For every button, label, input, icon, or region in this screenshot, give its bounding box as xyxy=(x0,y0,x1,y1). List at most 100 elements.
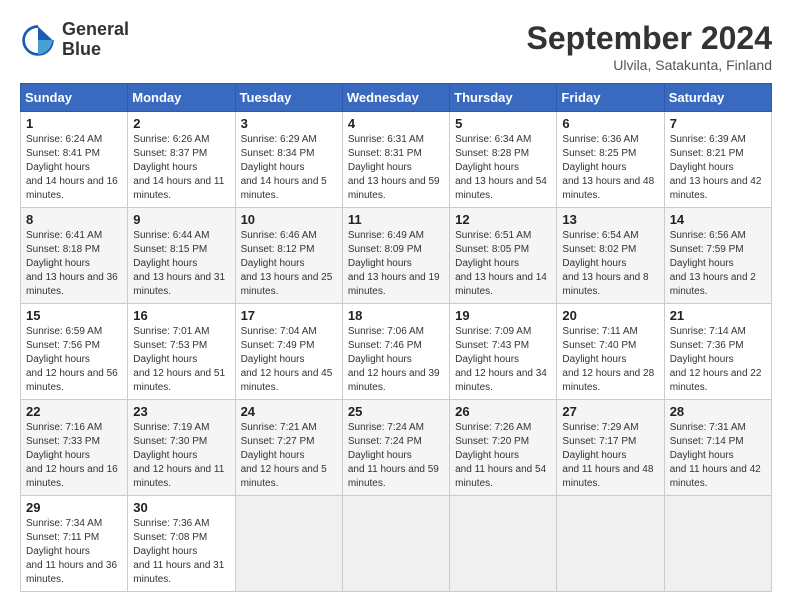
calendar-cell xyxy=(664,496,771,592)
day-info: Sunrise: 6:46 AM Sunset: 8:12 PM Dayligh… xyxy=(241,229,337,299)
calendar-cell: 7 Sunrise: 6:39 AM Sunset: 8:21 PM Dayli… xyxy=(664,112,771,208)
calendar-week-3: 22 Sunrise: 7:16 AM Sunset: 7:33 PM Dayl… xyxy=(21,400,772,496)
calendar-cell: 9 Sunrise: 6:44 AM Sunset: 8:15 PM Dayli… xyxy=(128,208,235,304)
day-info: Sunrise: 7:01 AM Sunset: 7:53 PM Dayligh… xyxy=(133,325,229,395)
day-number: 1 xyxy=(26,116,122,131)
day-number: 19 xyxy=(455,308,551,323)
day-info: Sunrise: 7:14 AM Sunset: 7:36 PM Dayligh… xyxy=(670,325,766,395)
day-number: 30 xyxy=(133,500,229,515)
calendar-cell: 15 Sunrise: 6:59 AM Sunset: 7:56 PM Dayl… xyxy=(21,304,128,400)
day-info: Sunrise: 7:26 AM Sunset: 7:20 PM Dayligh… xyxy=(455,421,551,491)
day-info: Sunrise: 6:31 AM Sunset: 8:31 PM Dayligh… xyxy=(348,133,444,203)
day-number: 8 xyxy=(26,212,122,227)
day-info: Sunrise: 7:31 AM Sunset: 7:14 PM Dayligh… xyxy=(670,421,766,491)
calendar-cell: 18 Sunrise: 7:06 AM Sunset: 7:46 PM Dayl… xyxy=(342,304,449,400)
day-number: 27 xyxy=(562,404,658,419)
calendar-cell: 26 Sunrise: 7:26 AM Sunset: 7:20 PM Dayl… xyxy=(450,400,557,496)
day-info: Sunrise: 7:11 AM Sunset: 7:40 PM Dayligh… xyxy=(562,325,658,395)
title-section: September 2024 Ulvila, Satakunta, Finlan… xyxy=(527,20,772,73)
day-info: Sunrise: 6:49 AM Sunset: 8:09 PM Dayligh… xyxy=(348,229,444,299)
calendar-cell: 19 Sunrise: 7:09 AM Sunset: 7:43 PM Dayl… xyxy=(450,304,557,400)
calendar-cell: 20 Sunrise: 7:11 AM Sunset: 7:40 PM Dayl… xyxy=(557,304,664,400)
calendar-week-1: 8 Sunrise: 6:41 AM Sunset: 8:18 PM Dayli… xyxy=(21,208,772,304)
day-number: 10 xyxy=(241,212,337,227)
calendar-cell: 8 Sunrise: 6:41 AM Sunset: 8:18 PM Dayli… xyxy=(21,208,128,304)
calendar-cell xyxy=(235,496,342,592)
calendar-cell: 10 Sunrise: 6:46 AM Sunset: 8:12 PM Dayl… xyxy=(235,208,342,304)
col-tuesday: Tuesday xyxy=(235,84,342,112)
day-number: 20 xyxy=(562,308,658,323)
day-number: 24 xyxy=(241,404,337,419)
calendar-cell: 4 Sunrise: 6:31 AM Sunset: 8:31 PM Dayli… xyxy=(342,112,449,208)
calendar-body: 1 Sunrise: 6:24 AM Sunset: 8:41 PM Dayli… xyxy=(21,112,772,592)
calendar-cell: 12 Sunrise: 6:51 AM Sunset: 8:05 PM Dayl… xyxy=(450,208,557,304)
calendar-cell xyxy=(557,496,664,592)
day-info: Sunrise: 6:24 AM Sunset: 8:41 PM Dayligh… xyxy=(26,133,122,203)
calendar-cell: 27 Sunrise: 7:29 AM Sunset: 7:17 PM Dayl… xyxy=(557,400,664,496)
day-number: 21 xyxy=(670,308,766,323)
day-number: 9 xyxy=(133,212,229,227)
calendar-cell: 6 Sunrise: 6:36 AM Sunset: 8:25 PM Dayli… xyxy=(557,112,664,208)
calendar-cell: 11 Sunrise: 6:49 AM Sunset: 8:09 PM Dayl… xyxy=(342,208,449,304)
calendar-cell: 23 Sunrise: 7:19 AM Sunset: 7:30 PM Dayl… xyxy=(128,400,235,496)
day-number: 11 xyxy=(348,212,444,227)
calendar-cell: 14 Sunrise: 6:56 AM Sunset: 7:59 PM Dayl… xyxy=(664,208,771,304)
calendar-table: Sunday Monday Tuesday Wednesday Thursday… xyxy=(20,83,772,592)
day-info: Sunrise: 7:24 AM Sunset: 7:24 PM Dayligh… xyxy=(348,421,444,491)
col-sunday: Sunday xyxy=(21,84,128,112)
calendar-cell: 17 Sunrise: 7:04 AM Sunset: 7:49 PM Dayl… xyxy=(235,304,342,400)
day-info: Sunrise: 7:09 AM Sunset: 7:43 PM Dayligh… xyxy=(455,325,551,395)
header-row: Sunday Monday Tuesday Wednesday Thursday… xyxy=(21,84,772,112)
col-friday: Friday xyxy=(557,84,664,112)
day-info: Sunrise: 7:16 AM Sunset: 7:33 PM Dayligh… xyxy=(26,421,122,491)
logo: GeneralBlue xyxy=(20,20,129,60)
day-info: Sunrise: 6:44 AM Sunset: 8:15 PM Dayligh… xyxy=(133,229,229,299)
logo-line1: General xyxy=(62,19,129,39)
calendar-cell: 1 Sunrise: 6:24 AM Sunset: 8:41 PM Dayli… xyxy=(21,112,128,208)
day-info: Sunrise: 6:26 AM Sunset: 8:37 PM Dayligh… xyxy=(133,133,229,203)
day-info: Sunrise: 7:36 AM Sunset: 7:08 PM Dayligh… xyxy=(133,517,229,587)
col-wednesday: Wednesday xyxy=(342,84,449,112)
calendar-cell: 29 Sunrise: 7:34 AM Sunset: 7:11 PM Dayl… xyxy=(21,496,128,592)
day-info: Sunrise: 6:34 AM Sunset: 8:28 PM Dayligh… xyxy=(455,133,551,203)
calendar-cell: 2 Sunrise: 6:26 AM Sunset: 8:37 PM Dayli… xyxy=(128,112,235,208)
page-header: GeneralBlue September 2024 Ulvila, Satak… xyxy=(20,20,772,73)
day-info: Sunrise: 7:06 AM Sunset: 7:46 PM Dayligh… xyxy=(348,325,444,395)
day-info: Sunrise: 6:29 AM Sunset: 8:34 PM Dayligh… xyxy=(241,133,337,203)
day-number: 2 xyxy=(133,116,229,131)
day-number: 17 xyxy=(241,308,337,323)
calendar-cell: 21 Sunrise: 7:14 AM Sunset: 7:36 PM Dayl… xyxy=(664,304,771,400)
day-number: 7 xyxy=(670,116,766,131)
day-number: 4 xyxy=(348,116,444,131)
calendar-cell: 16 Sunrise: 7:01 AM Sunset: 7:53 PM Dayl… xyxy=(128,304,235,400)
day-info: Sunrise: 6:41 AM Sunset: 8:18 PM Dayligh… xyxy=(26,229,122,299)
day-info: Sunrise: 7:19 AM Sunset: 7:30 PM Dayligh… xyxy=(133,421,229,491)
day-info: Sunrise: 6:39 AM Sunset: 8:21 PM Dayligh… xyxy=(670,133,766,203)
day-info: Sunrise: 6:36 AM Sunset: 8:25 PM Dayligh… xyxy=(562,133,658,203)
calendar-cell: 3 Sunrise: 6:29 AM Sunset: 8:34 PM Dayli… xyxy=(235,112,342,208)
day-info: Sunrise: 6:51 AM Sunset: 8:05 PM Dayligh… xyxy=(455,229,551,299)
calendar-cell: 30 Sunrise: 7:36 AM Sunset: 7:08 PM Dayl… xyxy=(128,496,235,592)
col-thursday: Thursday xyxy=(450,84,557,112)
day-number: 6 xyxy=(562,116,658,131)
day-info: Sunrise: 7:34 AM Sunset: 7:11 PM Dayligh… xyxy=(26,517,122,587)
day-number: 28 xyxy=(670,404,766,419)
col-monday: Monday xyxy=(128,84,235,112)
day-info: Sunrise: 6:59 AM Sunset: 7:56 PM Dayligh… xyxy=(26,325,122,395)
month-title: September 2024 xyxy=(527,20,772,57)
day-number: 18 xyxy=(348,308,444,323)
day-number: 15 xyxy=(26,308,122,323)
day-number: 26 xyxy=(455,404,551,419)
day-number: 16 xyxy=(133,308,229,323)
day-info: Sunrise: 6:56 AM Sunset: 7:59 PM Dayligh… xyxy=(670,229,766,299)
logo-icon xyxy=(20,22,56,58)
calendar-week-4: 29 Sunrise: 7:34 AM Sunset: 7:11 PM Dayl… xyxy=(21,496,772,592)
day-info: Sunrise: 6:54 AM Sunset: 8:02 PM Dayligh… xyxy=(562,229,658,299)
logo-text: GeneralBlue xyxy=(62,20,129,60)
day-number: 3 xyxy=(241,116,337,131)
location-title: Ulvila, Satakunta, Finland xyxy=(527,57,772,73)
calendar-cell: 28 Sunrise: 7:31 AM Sunset: 7:14 PM Dayl… xyxy=(664,400,771,496)
col-saturday: Saturday xyxy=(664,84,771,112)
day-number: 25 xyxy=(348,404,444,419)
day-number: 12 xyxy=(455,212,551,227)
